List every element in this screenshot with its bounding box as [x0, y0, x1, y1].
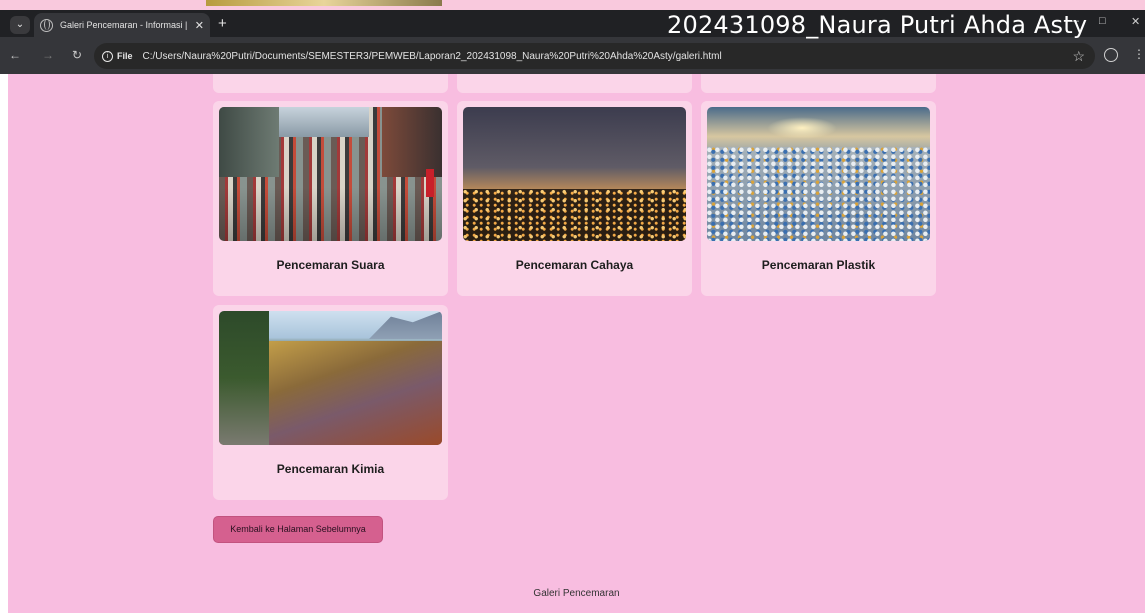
- profile-icon[interactable]: [1104, 48, 1118, 62]
- photo-detail: [426, 169, 434, 197]
- tab-close-icon[interactable]: ✕: [195, 19, 204, 32]
- gallery-card-plastik: Pencemaran Plastik: [701, 101, 936, 296]
- bookmark-star-icon[interactable]: ☆: [1072, 48, 1085, 65]
- gallery-caption: Pencemaran Kimia: [276, 462, 385, 476]
- gallery-caption: Pencemaran Cahaya: [515, 258, 634, 272]
- page-content: Pencemaran Suara Pencemaran Cahaya Pence…: [8, 74, 1145, 613]
- gallery-card-partial: [457, 74, 692, 93]
- back-to-previous-page-button[interactable]: Kembali ke Halaman Sebelumnya: [213, 516, 383, 543]
- url-text[interactable]: C:/Users/Naura%20Putri/Documents/SEMESTE…: [143, 51, 722, 62]
- tab-title: Galeri Pencemaran - Informasi |: [60, 20, 188, 30]
- page-footer: Galeri Pencemaran: [533, 588, 620, 599]
- gallery-card-cahaya: Pencemaran Cahaya: [457, 101, 692, 296]
- previous-image-edge: [206, 0, 442, 6]
- student-name-overlay: 202431098_Naura Putri Ahda Asty: [667, 11, 1088, 39]
- gallery-card-partial: [213, 74, 448, 93]
- photo-detail: [369, 311, 442, 339]
- browser-toolbar: ← → ↻ i File C:/Users/Naura%20Putri/Docu…: [0, 37, 1145, 74]
- close-window-button[interactable]: ✕: [1131, 15, 1140, 28]
- info-icon: i: [102, 50, 113, 62]
- polluted-water-photo: [219, 311, 442, 445]
- photo-detail: [463, 189, 686, 241]
- gallery-caption: Pencemaran Suara: [276, 258, 385, 272]
- tab-search-button[interactable]: ⌄: [10, 16, 30, 34]
- gallery-card-partial: [701, 74, 936, 93]
- gallery-caption: Pencemaran Plastik: [761, 258, 876, 272]
- address-bar[interactable]: i File C:/Users/Naura%20Putri/Documents/…: [94, 43, 1095, 69]
- photo-detail: [767, 117, 837, 139]
- back-arrow-icon[interactable]: ←: [9, 48, 21, 62]
- site-info-chip[interactable]: i File: [102, 50, 133, 62]
- city-night-photo: [463, 107, 686, 241]
- photo-detail: [241, 341, 442, 445]
- previous-screenshot-strip: [0, 0, 1145, 10]
- reload-icon[interactable]: ↻: [72, 48, 82, 62]
- plastic-waste-photo: [707, 107, 930, 241]
- file-label: File: [117, 51, 133, 61]
- photo-detail: [382, 107, 442, 177]
- photo-detail: [219, 311, 269, 445]
- gallery-card-suara: Pencemaran Suara: [213, 101, 448, 296]
- new-tab-button[interactable]: +: [218, 15, 227, 32]
- photo-detail: [219, 107, 279, 177]
- forward-arrow-icon[interactable]: →: [42, 48, 54, 62]
- photo-detail: [707, 147, 930, 241]
- menu-kebab-icon[interactable]: ⋮: [1133, 47, 1145, 61]
- gallery-card-kimia: Pencemaran Kimia: [213, 305, 448, 500]
- globe-icon: [40, 18, 53, 32]
- traffic-photo: [219, 107, 442, 241]
- photo-detail: [279, 107, 369, 137]
- restore-button[interactable]: □: [1099, 15, 1106, 27]
- page-edge: [0, 74, 8, 613]
- browser-tab[interactable]: Galeri Pencemaran - Informasi | ✕: [34, 13, 210, 37]
